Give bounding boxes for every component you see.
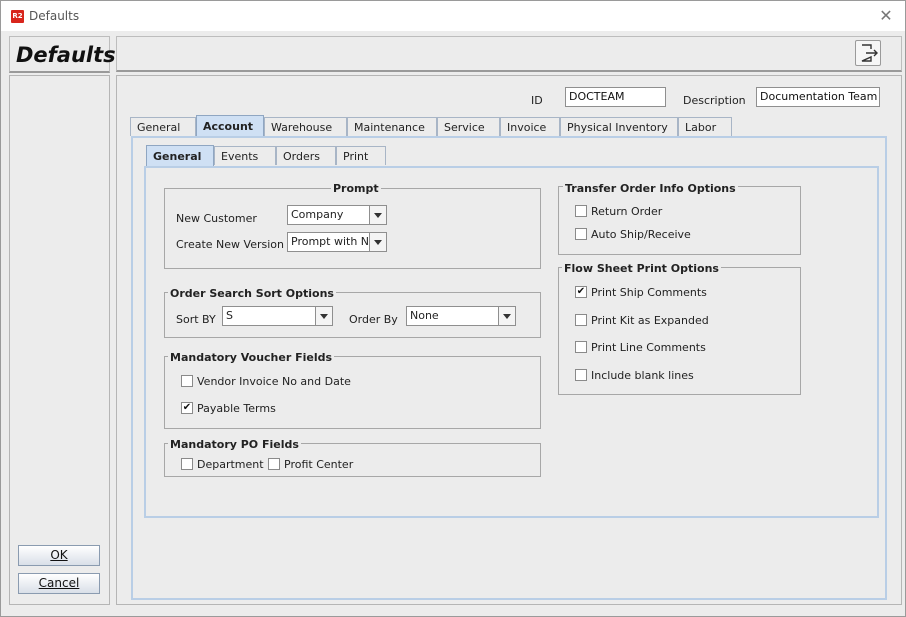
print-line-comments-label: Print Line Comments [591, 341, 706, 354]
checkmark-icon: ✔ [576, 286, 586, 297]
close-icon[interactable]: ✕ [876, 6, 896, 26]
new-customer-select[interactable]: Company [287, 205, 387, 225]
tab-general[interactable]: General [130, 117, 196, 136]
tab-labor[interactable]: Labor [678, 117, 732, 136]
payable-terms-checkbox[interactable]: ✔ [181, 402, 193, 414]
order-by-label: Order By [349, 313, 398, 326]
new-customer-label: New Customer [176, 212, 257, 225]
description-field[interactable]: Documentation Team [756, 87, 880, 107]
include-blank-lines-checkbox[interactable] [575, 369, 587, 381]
order-by-select[interactable]: None [406, 306, 516, 326]
order-by-value: None [410, 309, 439, 322]
description-label: Description [683, 94, 746, 107]
subtab-orders[interactable]: Orders [276, 146, 336, 165]
flow-sheet-title: Flow Sheet Print Options [562, 262, 721, 275]
profit-center-label: Profit Center [284, 458, 354, 471]
id-label: ID [531, 94, 543, 107]
prompt-group [164, 188, 541, 269]
print-ship-comments-label: Print Ship Comments [591, 286, 707, 299]
auto-ship-label: Auto Ship/Receive [591, 228, 691, 241]
tab-physical-inventory[interactable]: Physical Inventory [560, 117, 678, 136]
id-field[interactable]: DOCTEAM [565, 87, 666, 107]
tab-warehouse[interactable]: Warehouse [264, 117, 347, 136]
vendor-invoice-checkbox[interactable] [181, 375, 193, 387]
sort-by-label: Sort BY [176, 313, 216, 326]
voucher-group [164, 356, 541, 429]
chevron-down-icon [369, 206, 386, 224]
tab-service[interactable]: Service [437, 117, 500, 136]
print-line-comments-checkbox[interactable] [575, 341, 587, 353]
tab-maintenance[interactable]: Maintenance [347, 117, 437, 136]
create-new-version-label: Create New Version [176, 238, 284, 251]
window-title: Defaults [29, 9, 80, 23]
cancel-label: Cancel [38, 576, 80, 590]
ok-label: OK [50, 548, 68, 562]
return-order-checkbox[interactable] [575, 205, 587, 217]
tab-invoice[interactable]: Invoice [500, 117, 560, 136]
voucher-title: Mandatory Voucher Fields [168, 351, 335, 364]
vendor-invoice-label: Vendor Invoice No and Date [197, 375, 351, 388]
subtab-events[interactable]: Events [214, 146, 276, 165]
print-ship-comments-checkbox[interactable]: ✔ [575, 286, 587, 298]
prompt-title: Prompt [331, 182, 381, 195]
transfer-group [558, 186, 801, 255]
exit-icon [861, 44, 878, 62]
chevron-down-icon [315, 307, 332, 325]
new-customer-value: Company [291, 208, 344, 221]
subtab-print[interactable]: Print [336, 146, 386, 165]
tab-account[interactable]: Account [196, 115, 264, 137]
app-icon: R2 [11, 10, 24, 23]
print-kit-expanded-label: Print Kit as Expanded [591, 314, 709, 327]
sort-by-value: S [226, 309, 233, 322]
title-bar [1, 1, 905, 31]
chevron-down-icon [498, 307, 515, 325]
create-new-version-value: Prompt with No [291, 235, 376, 248]
department-checkbox[interactable] [181, 458, 193, 470]
auto-ship-checkbox[interactable] [575, 228, 587, 240]
chevron-down-icon [369, 233, 386, 251]
page-title: Defaults [16, 43, 116, 67]
transfer-title: Transfer Order Info Options [563, 182, 738, 195]
exit-button[interactable] [855, 40, 881, 66]
order-search-title: Order Search Sort Options [168, 287, 336, 300]
toolbar [116, 36, 902, 72]
return-order-label: Return Order [591, 205, 663, 218]
left-panel [9, 75, 110, 605]
department-label: Department [197, 458, 264, 471]
sort-by-select[interactable]: S [222, 306, 333, 326]
po-fields-title: Mandatory PO Fields [168, 438, 301, 451]
ok-button[interactable]: OK [18, 545, 100, 566]
print-kit-expanded-checkbox[interactable] [575, 314, 587, 326]
subtab-general[interactable]: General [146, 145, 214, 167]
include-blank-lines-label: Include blank lines [591, 369, 694, 382]
profit-center-checkbox[interactable] [268, 458, 280, 470]
cancel-button[interactable]: Cancel [18, 573, 100, 594]
create-new-version-select[interactable]: Prompt with No [287, 232, 387, 252]
checkmark-icon: ✔ [182, 402, 192, 413]
payable-terms-label: Payable Terms [197, 402, 276, 415]
